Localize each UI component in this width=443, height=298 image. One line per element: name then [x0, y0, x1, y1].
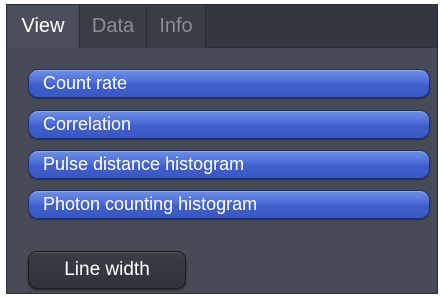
screenshot-frame: View Data Info Count rate Correlation Pu…: [0, 0, 443, 298]
tab-info[interactable]: Info: [147, 5, 206, 48]
tab-data[interactable]: Data: [80, 5, 147, 48]
line-width-button[interactable]: Line width: [28, 251, 186, 289]
photon-counting-histogram-button[interactable]: Photon counting histogram: [28, 190, 430, 219]
view-panel: View Data Info Count rate Correlation Pu…: [6, 4, 438, 294]
count-rate-button[interactable]: Count rate: [28, 69, 430, 98]
tab-bar: View Data Info: [7, 5, 437, 48]
tab-view[interactable]: View: [7, 5, 80, 48]
pulse-distance-histogram-button[interactable]: Pulse distance histogram: [28, 150, 430, 179]
view-content: Count rate Correlation Pulse distance hi…: [7, 48, 437, 293]
correlation-button[interactable]: Correlation: [28, 110, 430, 139]
